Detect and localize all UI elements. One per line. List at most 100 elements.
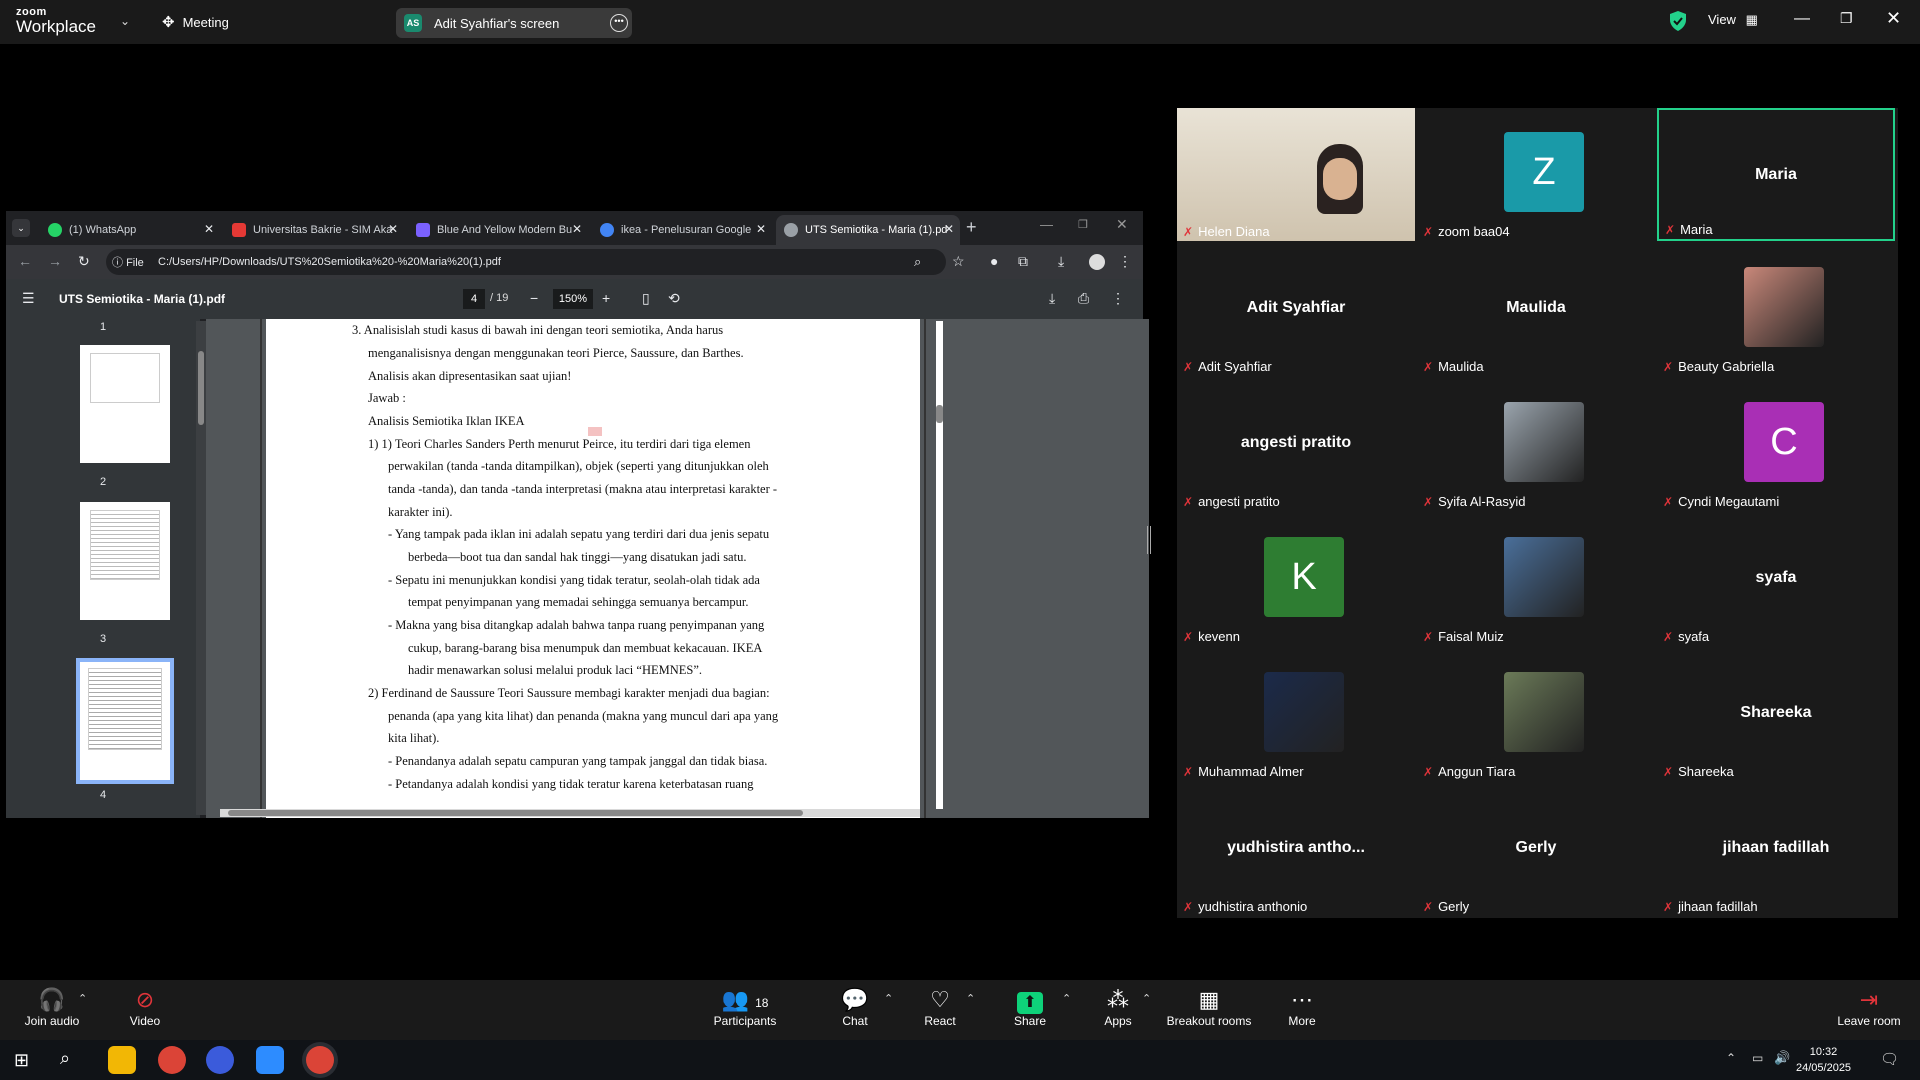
hamburger-menu-icon[interactable]: ☰ [22,290,35,307]
panel-resize-handle[interactable] [1147,526,1151,554]
volume-icon[interactable]: 🔊 [1774,1050,1790,1066]
browser-tab-pdf[interactable]: UTS Semiotika - Maria (1).pd ✕ [776,215,960,245]
participant-tile[interactable]: K ✗ kevenn [1177,513,1415,646]
network-icon[interactable]: ▭ [1752,1051,1763,1065]
participants-button[interactable]: 👥 18 Participants [710,986,780,1028]
participant-tile[interactable]: syafa ✗ syafa [1657,513,1895,646]
close-tab-icon[interactable]: ✕ [756,222,766,236]
zoom-app-icon[interactable] [256,1046,284,1074]
page-number-input[interactable]: 4 [463,289,485,309]
participant-tile[interactable]: Gerly ✗ Gerly [1417,783,1655,916]
more-button[interactable]: ⋯ More [1277,986,1327,1028]
participant-tile[interactable]: angesti pratito ✗ angesti pratito [1177,378,1415,511]
meeting-menu-button[interactable]: ✥ Meeting [162,13,229,31]
join-audio-button[interactable]: 🎧 Join audio [22,986,82,1028]
windows-start-icon[interactable]: ⊞ [14,1050,29,1071]
scrollbar-thumb[interactable] [936,405,943,423]
zoom-level-input[interactable]: 150% [553,289,593,309]
breakout-rooms-button[interactable]: ▦ Breakout rooms [1164,986,1254,1028]
browser-tab-whatsapp[interactable]: (1) WhatsApp ✕ [40,215,220,245]
reload-icon[interactable]: ↻ [78,253,90,270]
file-explorer-icon[interactable] [108,1046,136,1074]
close-tab-icon[interactable]: ✕ [388,222,398,236]
page-thumbnail[interactable] [80,502,170,620]
participant-tile[interactable]: ✗ Helen Diana [1177,108,1415,241]
notifications-icon[interactable]: 🗨 [1880,1050,1899,1068]
pdf-scrollbar[interactable] [936,321,943,809]
minimize-icon[interactable]: — [1794,10,1810,28]
react-options-caret-icon[interactable]: ⌃ [966,992,975,1005]
browser-close-icon[interactable]: ✕ [1116,216,1128,233]
chrome-active-icon[interactable] [306,1046,334,1074]
chat-options-caret-icon[interactable]: ⌃ [884,992,893,1005]
security-shield-icon[interactable] [1668,10,1688,32]
print-icon[interactable]: ⎙ [1078,290,1089,307]
close-icon[interactable]: ✕ [1886,8,1901,29]
back-icon[interactable]: ← [18,253,32,269]
profile-avatar[interactable] [1089,254,1105,270]
scrollbar-thumb[interactable] [198,351,204,425]
chat-button[interactable]: 💬 Chat [830,986,880,1028]
bookmark-star-icon[interactable]: ☆ [952,253,965,270]
participant-tile[interactable]: Maulida ✗ Maulida [1417,243,1655,376]
pdf-horizontal-scrollbar[interactable] [220,809,920,817]
more-options-icon[interactable]: ••• [610,14,628,32]
rotate-icon[interactable]: ⟲ [668,290,680,307]
browser-minimize-icon[interactable]: — [1040,217,1053,232]
participant-tile[interactable]: yudhistira antho... ✗ yudhistira anthonio [1177,783,1415,916]
participant-tile[interactable]: Adit Syahfiar ✗ Adit Syahfiar [1177,243,1415,376]
participant-tile[interactable]: ✗ Faisal Muiz [1417,513,1655,646]
browser-maximize-icon[interactable]: ❐ [1078,218,1088,231]
browser-tab-university[interactable]: Universitas Bakrie - SIM Aka ✕ [224,215,404,245]
participant-tile[interactable]: ✗ Syifa Al-Rasyid [1417,378,1655,511]
pdf-more-icon[interactable]: ⋮ [1111,290,1125,307]
share-button[interactable]: ⬆ Share [1005,986,1055,1028]
url-input[interactable]: ⓘ File C:/Users/HP/Downloads/UTS%20Semio… [106,249,946,275]
forward-icon[interactable]: → [48,253,62,269]
page-thumbnail[interactable] [80,345,170,463]
download-icon[interactable]: ⤓ [1058,253,1064,270]
audio-options-caret-icon[interactable]: ⌃ [78,992,87,1005]
scrollbar-thumb[interactable] [228,810,803,816]
browser-tab-google[interactable]: ikea - Penelusuran Google ✕ [592,215,772,245]
new-tab-icon[interactable]: + [966,217,977,238]
close-tab-icon[interactable]: ✕ [204,222,214,236]
close-tab-icon[interactable]: ✕ [944,222,954,236]
share-options-caret-icon[interactable]: ⌃ [1062,992,1071,1005]
zoom-in-icon[interactable]: + [602,290,610,306]
system-clock[interactable]: 10:32 24/05/2025 [1796,1044,1851,1076]
page-thumbnail-selected[interactable] [76,658,174,784]
apps-options-caret-icon[interactable]: ⌃ [1142,992,1151,1005]
close-tab-icon[interactable]: ✕ [572,222,582,236]
tray-chevron-icon[interactable]: ⌃ [1726,1051,1736,1065]
participant-tile[interactable]: ✗ Muhammad Almer [1177,648,1415,781]
pdf-download-icon[interactable]: ⤓ [1049,290,1055,307]
leave-room-button[interactable]: ⇥ Leave room [1834,986,1904,1028]
chevron-down-icon[interactable]: ⌄ [120,14,130,28]
participant-tile[interactable]: Shareeka ✗ Shareeka [1657,648,1895,781]
fit-page-icon[interactable]: ▯ [642,290,650,307]
shared-screen-pill[interactable]: AS Adit Syahfiar's screen ••• [396,8,632,38]
apps-button[interactable]: ⁂ Apps [1093,986,1143,1028]
participant-tile[interactable]: C ✗ Cyndi Megautami [1657,378,1895,511]
react-button[interactable]: ♡ React [915,986,965,1028]
participant-tile[interactable]: Maria ✗ Maria [1657,108,1895,241]
participant-tile[interactable]: ✗ Beauty Gabriella [1657,243,1895,376]
participant-tile[interactable]: ✗ Anggun Tiara [1417,648,1655,781]
thumbnail-scrollbar[interactable] [196,321,206,815]
participant-tile[interactable]: Z ✗ zoom baa04 [1417,108,1655,241]
record-icon[interactable]: ● [990,253,998,269]
browser-app-icon[interactable] [206,1046,234,1074]
search-icon[interactable]: ⌕ [60,1048,70,1069]
view-button[interactable]: View ▦ [1708,12,1758,28]
zoom-magnifier-icon[interactable]: ⌕ [914,254,921,270]
restore-icon[interactable]: ❐ [1840,10,1853,27]
zoom-out-icon[interactable]: − [530,290,538,306]
chrome-icon[interactable] [158,1046,186,1074]
participant-tile[interactable]: jihaan fadillah ✗ jihaan fadillah [1657,783,1895,916]
video-button[interactable]: ⊘ Video [120,986,170,1028]
extensions-icon[interactable]: ⧉ [1018,253,1028,270]
tab-search-icon[interactable]: ⌄ [12,219,30,237]
browser-menu-icon[interactable]: ⋮ [1118,253,1132,270]
comment-marker[interactable] [588,427,602,436]
